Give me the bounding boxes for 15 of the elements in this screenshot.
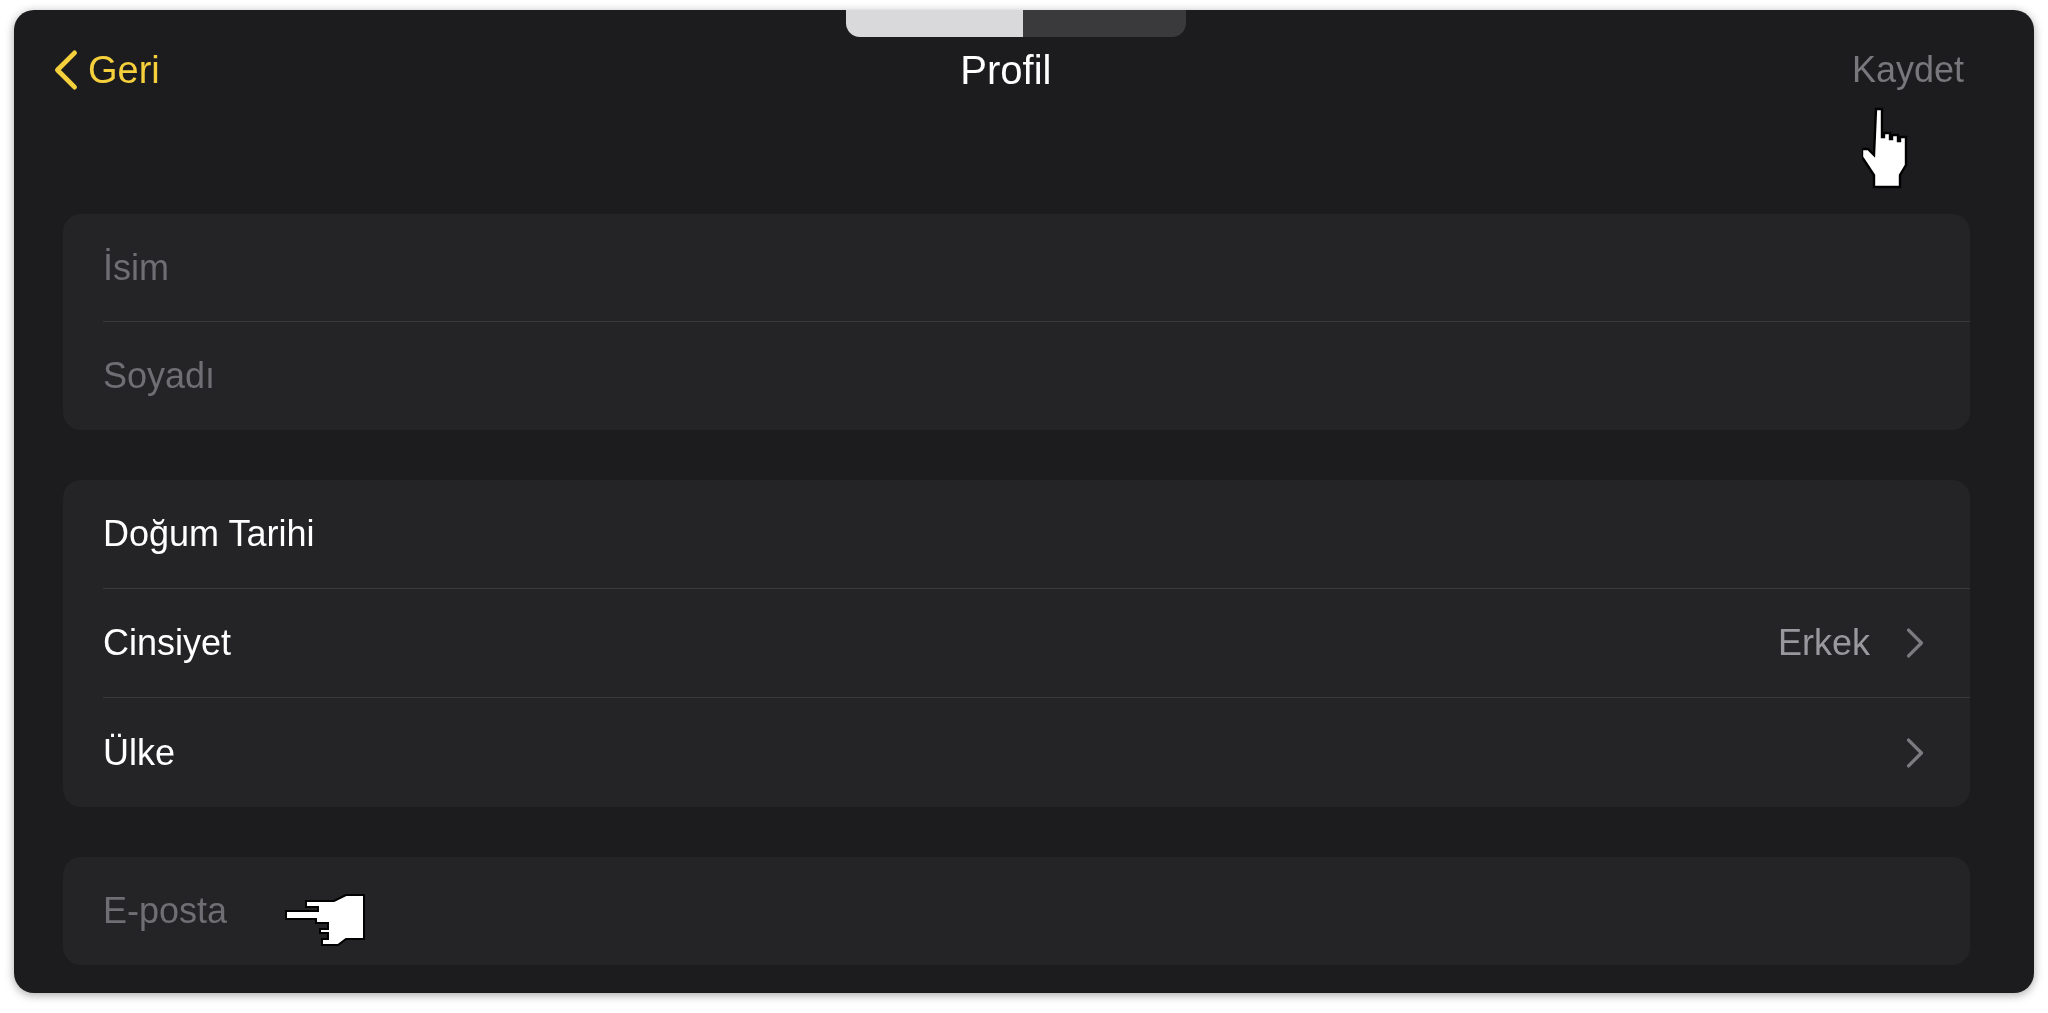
text-field[interactable]: İsim: [103, 240, 1970, 295]
list-row[interactable]: Cinsiyet Erkek: [103, 589, 1970, 698]
chevron-right-icon: [1906, 627, 1924, 659]
screen-title: Profil: [960, 47, 1052, 94]
list-row[interactable]: Ülke: [103, 698, 1970, 807]
row-value: Erkek: [1777, 621, 1870, 665]
email-field[interactable]: E-posta: [63, 857, 1970, 965]
row-label: Doğum Tarihi: [103, 512, 315, 556]
list-row[interactable]: Doğum Tarihi: [103, 480, 1970, 589]
chevron-left-icon: [54, 49, 78, 91]
chevron-right-icon: [1906, 736, 1924, 769]
text-field[interactable]: Soyadı: [103, 349, 1970, 403]
row-label: Ülke: [103, 730, 176, 775]
back-button[interactable]: Geri: [54, 41, 160, 99]
row-label: Cinsiyet: [103, 621, 232, 665]
